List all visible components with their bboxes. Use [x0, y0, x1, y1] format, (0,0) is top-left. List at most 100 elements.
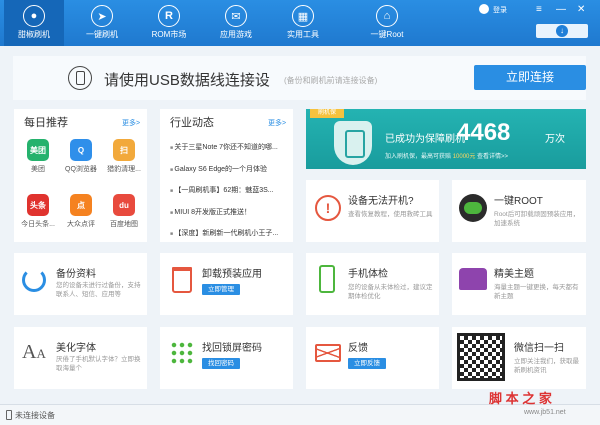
connect-subtext: (备份和刷机前请连接设备) [284, 76, 378, 85]
phone-icon [68, 66, 92, 90]
card-desc: 立即关注我们，获取最新刷机资讯 [514, 358, 579, 374]
close-icon[interactable]: ✕ [577, 4, 585, 15]
news-title: 行业动态 [170, 117, 214, 129]
recommend-title: 每日推荐 [24, 117, 68, 129]
app-label: 百度地图 [110, 221, 138, 228]
app-item[interactable]: du 百度地图 [107, 194, 141, 229]
nav-tab-apps[interactable]: ✉ 应用游戏 [206, 0, 266, 46]
nav-tab-rom[interactable]: R ROM市场 [139, 0, 199, 46]
nav-label: 一键Root [370, 30, 404, 39]
card-themes[interactable]: 精美主题 海量主题一键更换，每天都有新主题 [452, 253, 586, 315]
card-title: 微信扫一扫 [514, 343, 564, 354]
card-unlock[interactable]: 找回锁屏密码 找回密码 [160, 327, 293, 389]
card-title: 设备无法开机? [348, 196, 414, 207]
card-title: 精美主题 [494, 269, 534, 280]
top-nav-bar: ● 甜椒刷机 ➤ 一键刷机 R ROM市场 ✉ 应用游戏 ▦ 实用工具 ⌂ 一键… [0, 0, 600, 46]
card-root[interactable]: 一键ROOT Root后可卸载顽固预装应用，加速系统 [452, 180, 586, 242]
app-item[interactable]: 头条 今日头条... [21, 194, 55, 229]
stat-line1: 已成功为保障刷机 [385, 134, 465, 145]
status-bar: 未连接设备 [0, 404, 600, 425]
news-item[interactable]: 【一周刷机事】62期：魅蓝3S... [170, 185, 273, 195]
news-item[interactable]: MIUI 8开发版正式推送！ [170, 207, 251, 217]
app-label: 美团 [31, 166, 45, 173]
watermark: 脚 本 之 家 [489, 391, 552, 406]
card-wechat[interactable]: 微信扫一扫 立即关注我们，获取最新刷机资讯 [452, 327, 586, 389]
flash-guarantee-banner[interactable]: 刷机保 已成功为保障刷机 4468 万次 加入刷机保，最高可获赔 10000元 … [306, 109, 586, 169]
card-fonts[interactable]: AA 美化字体 厌倦了手机默认字体？立即换取海量个 [14, 327, 147, 389]
phone-check-icon [319, 265, 335, 293]
app-label: 猎豹清理... [107, 166, 141, 173]
rom-icon: R [158, 5, 180, 27]
card-feedback[interactable]: 反馈 立即反馈 [306, 327, 439, 389]
nav-tab-tools[interactable]: ▦ 实用工具 [273, 0, 333, 46]
card-title: 一键ROOT [494, 196, 543, 207]
card-title: 备份资料 [56, 269, 96, 280]
card-desc: 海量主题一键更换，每天都有新主题 [494, 284, 579, 300]
recommend-card: 每日推荐 更多> 美团 美团 Q QQ浏览器 扫 猎豹清理... 头条 今日头条… [14, 109, 147, 242]
nav-tab-flash[interactable]: ➤ 一键刷机 [72, 0, 132, 46]
root-robot-icon [459, 194, 487, 222]
nav-label: 甜椒刷机 [18, 30, 50, 39]
app-label: QQ浏览器 [65, 166, 97, 173]
manage-button[interactable]: 立即管理 [202, 284, 240, 295]
card-backup[interactable]: 备份资料 您的设备未进行过备份，支持联系人、短信、应用等 [14, 253, 147, 315]
trash-icon [172, 267, 192, 293]
stat-unit: 万次 [545, 134, 565, 145]
cursor-icon: ➤ [91, 5, 113, 27]
card-title: 找回锁屏密码 [202, 343, 262, 354]
download-button[interactable]: ↓ [536, 24, 588, 38]
font-icon: AA [22, 341, 46, 363]
tshirt-icon [459, 268, 487, 290]
stat-details-link[interactable]: 查看详情>> [477, 154, 508, 160]
find-password-button[interactable]: 找回密码 [202, 358, 240, 369]
pattern-lock-icon [170, 341, 194, 365]
card-phone-check[interactable]: 手机体检 您的设备从未体检过，建议定期体检优化 [306, 253, 439, 315]
app-item[interactable]: 点 大众点评 [64, 194, 98, 229]
news-card: 行业动态 更多> 关于三星Note 7你还不知道的哪... Galaxy S6 … [160, 109, 293, 242]
news-more-link[interactable]: 更多> [268, 118, 286, 128]
app-item[interactable]: 扫 猎豹清理... [107, 139, 141, 174]
news-item[interactable]: 【深度】新刷新一代刷机小王子... [170, 228, 278, 238]
car-icon: ⌂ [376, 5, 398, 27]
feedback-button[interactable]: 立即反馈 [348, 358, 386, 369]
nav-label: 实用工具 [287, 30, 319, 39]
sync-icon [22, 268, 46, 292]
news-item[interactable]: Galaxy S6 Edge的一个月体验 [170, 164, 267, 174]
ribbon-label: 刷机保 [310, 109, 344, 118]
stat-line2: 加入刷机保，最高可获赔 10000元 查看详情>> [385, 151, 508, 160]
dianping-icon: 点 [70, 194, 92, 216]
login-link[interactable]: 登录 [493, 5, 507, 15]
connect-prompt: 请使用USB数据线连接设 [104, 72, 270, 89]
meituan-icon: 美团 [27, 139, 49, 161]
stat-line2-text: 加入刷机保，最高可获赔 [385, 154, 452, 160]
app-item[interactable]: Q QQ浏览器 [64, 139, 98, 174]
card-title: 反馈 [348, 343, 368, 354]
nav-label: 应用游戏 [220, 30, 252, 39]
card-title: 手机体检 [348, 269, 388, 280]
card-desc: 厌倦了手机默认字体？立即换取海量个 [56, 356, 141, 372]
nav-label: 一键刷机 [86, 30, 118, 39]
grid-icon: ▦ [292, 5, 314, 27]
connect-button[interactable]: 立即连接 [474, 65, 586, 90]
mail-icon: ✉ [225, 5, 247, 27]
card-desc: Root后可卸载顽固预装应用，加速系统 [494, 211, 580, 227]
broom-icon: 扫 [113, 139, 135, 161]
recommend-more-link[interactable]: 更多> [122, 118, 140, 128]
avatar[interactable] [479, 4, 489, 14]
watermark-url: www.jb51.net [524, 409, 566, 416]
news-item[interactable]: 关于三星Note 7你还不知道的哪... [170, 142, 277, 152]
app-item[interactable]: 美团 美团 [21, 139, 55, 174]
stat-highlight: 10000元 [452, 154, 476, 160]
warning-icon: ! [315, 195, 341, 221]
phone-icon [6, 410, 12, 420]
menu-icon[interactable]: ≡ [536, 4, 542, 15]
minimize-icon[interactable]: — [556, 4, 566, 15]
card-uninstall[interactable]: 卸载预装应用 立即管理 [160, 253, 293, 315]
qq-browser-icon: Q [70, 139, 92, 161]
nav-tab-root[interactable]: ⌂ 一键Root [357, 0, 417, 46]
qr-code-icon [457, 333, 505, 381]
connection-status: 未连接设备 [15, 411, 55, 420]
toutiao-icon: 头条 [27, 194, 49, 216]
card-cannot-boot[interactable]: ! 设备无法开机? 查看恢复教程，使用救砖工具 [306, 180, 439, 242]
nav-tab-home[interactable]: ● 甜椒刷机 [4, 0, 64, 46]
